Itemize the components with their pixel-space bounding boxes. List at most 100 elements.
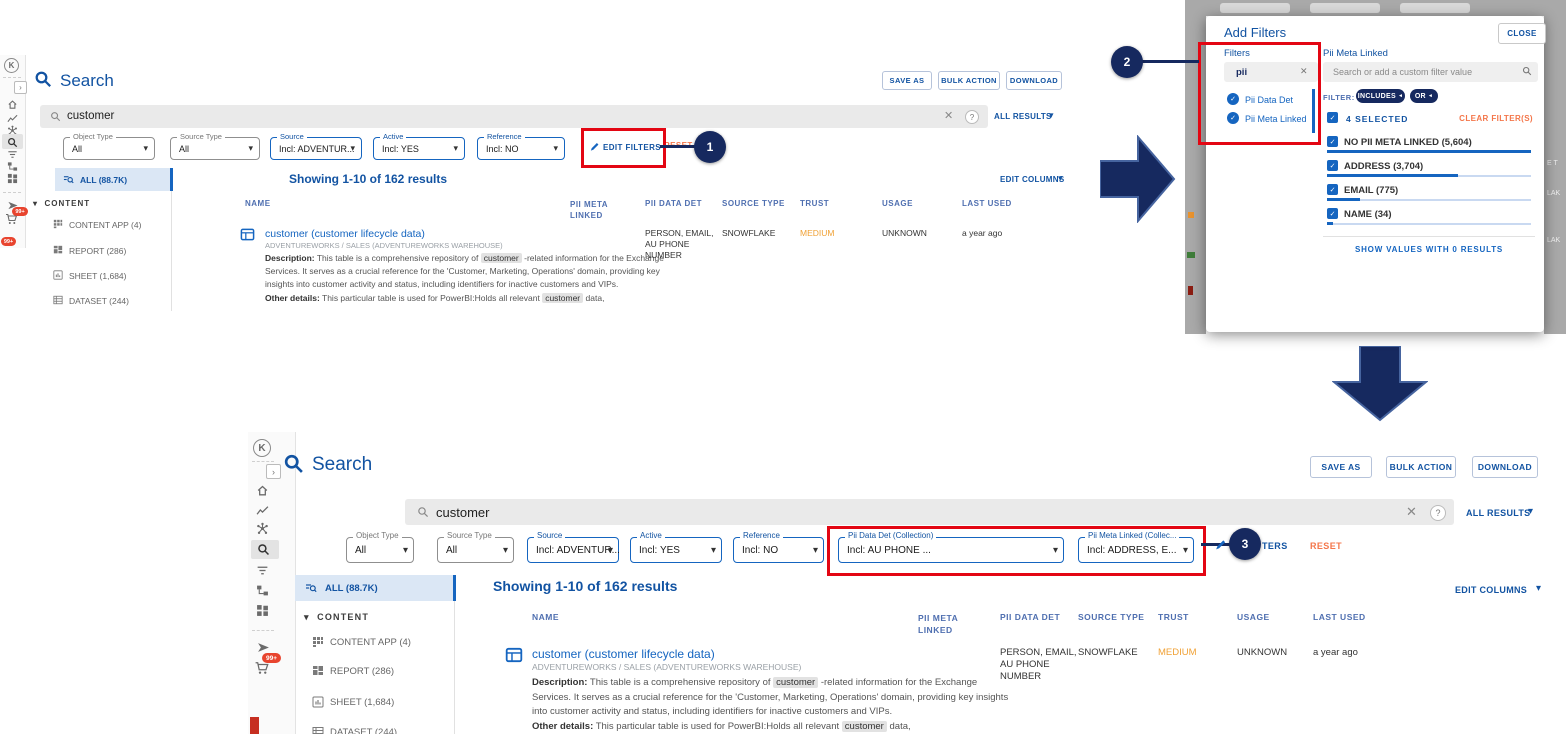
hierarchy-icon[interactable] xyxy=(256,584,269,597)
clear-search-icon[interactable]: ✕ xyxy=(1406,504,1417,520)
search-nav-icon[interactable] xyxy=(7,137,18,148)
search-page-icon xyxy=(34,70,52,88)
column-header-pii-meta-linked[interactable]: PII META LINKED xyxy=(918,612,968,636)
filter-active[interactable]: Active Incl: YES ▾ xyxy=(373,137,465,160)
column-header-pii-meta-linked[interactable]: PII META LINKED xyxy=(570,199,616,221)
value-checkbox[interactable]: ✓ xyxy=(1327,208,1338,219)
home-icon[interactable] xyxy=(7,99,18,110)
bulk-action-button[interactable]: BULK ACTION xyxy=(1386,456,1456,478)
filter-label: Active xyxy=(637,532,665,540)
value-checkbox[interactable]: ✓ xyxy=(1327,136,1338,147)
facet-group-content[interactable]: ▾ CONTENT xyxy=(304,612,369,623)
sidebar-facet-all[interactable]: ALL (88.7K) xyxy=(295,575,453,601)
clear-filters-button[interactable]: CLEAR FILTER(S) xyxy=(1443,114,1533,123)
facet-group-content[interactable]: ▾ CONTENT xyxy=(33,199,90,208)
filter-value-no-pii-meta-linked[interactable]: NO PII META LINKED (5,604) xyxy=(1344,137,1472,148)
edit-columns-button[interactable]: EDIT COLUMNS xyxy=(1000,175,1065,184)
facet-dataset[interactable]: DATASET (244) xyxy=(330,727,397,734)
annotation-line-2 xyxy=(1141,60,1199,63)
column-header-usage[interactable]: USAGE xyxy=(882,199,913,208)
column-header-last-used[interactable]: LAST USED xyxy=(962,199,1012,208)
facet-sheet[interactable]: SHEET (1,684) xyxy=(69,271,126,281)
reset-button[interactable]: RESET xyxy=(1310,541,1342,551)
column-header-trust[interactable]: TRUST xyxy=(800,199,829,208)
column-header-usage[interactable]: USAGE xyxy=(1237,612,1270,622)
column-header-source-type[interactable]: SOURCE TYPE xyxy=(1078,612,1144,622)
or-pill[interactable]: OR◄ xyxy=(1410,89,1438,103)
filter-source-type[interactable]: Source Type All ▾ xyxy=(170,137,260,160)
app-logo-icon[interactable]: K xyxy=(253,439,271,457)
search-query: customer xyxy=(436,505,489,520)
annotation-step-2: 2 xyxy=(1111,46,1143,78)
filter-source-type[interactable]: Source Type All ▾ xyxy=(437,537,514,563)
select-all-checkbox[interactable]: ✓ xyxy=(1327,112,1338,123)
filter-object-type[interactable]: Object Type All ▾ xyxy=(346,537,414,563)
column-header-pii-data-det[interactable]: PII DATA DET xyxy=(1000,612,1060,622)
bulk-action-button[interactable]: BULK ACTION xyxy=(938,71,1000,90)
annotation-step-3: 3 xyxy=(1229,528,1261,560)
result-name-link[interactable]: customer (customer lifecycle data) xyxy=(265,228,425,240)
expand-sidebar-button[interactable]: › xyxy=(14,81,27,94)
help-icon[interactable]: ? xyxy=(1430,505,1446,521)
show-values-link[interactable]: SHOW VALUES WITH 0 RESULTS xyxy=(1323,245,1535,254)
filter-funnel-icon[interactable] xyxy=(7,149,18,160)
result-name-link[interactable]: customer (customer lifecycle data) xyxy=(532,647,715,661)
facet-report[interactable]: REPORT (286) xyxy=(69,246,126,256)
annotation-box-2 xyxy=(1198,42,1321,145)
cluster-icon[interactable] xyxy=(256,522,269,535)
app-logo-icon[interactable]: K xyxy=(4,58,19,73)
value-checkbox[interactable]: ✓ xyxy=(1327,184,1338,195)
save-as-button[interactable]: SAVE AS xyxy=(882,71,932,90)
trend-icon[interactable] xyxy=(7,113,18,124)
edit-columns-button[interactable]: EDIT COLUMNS xyxy=(1455,585,1527,595)
cart-icon[interactable] xyxy=(254,661,270,675)
download-button[interactable]: DOWNLOAD xyxy=(1472,456,1538,478)
filter-reference[interactable]: Reference Incl: NO ▾ xyxy=(733,537,824,563)
download-button[interactable]: DOWNLOAD xyxy=(1006,71,1062,90)
apps-grid-icon[interactable] xyxy=(7,173,18,184)
home-icon[interactable] xyxy=(256,484,269,497)
column-header-source-type[interactable]: SOURCE TYPE xyxy=(722,199,785,208)
filter-source[interactable]: Source Incl: ADVENTUR... ▾ xyxy=(527,537,619,563)
column-header-trust[interactable]: TRUST xyxy=(1158,612,1189,622)
filter-object-type[interactable]: Object Type All ▾ xyxy=(63,137,155,160)
filter-active[interactable]: Active Incl: YES ▾ xyxy=(630,537,722,563)
help-icon[interactable]: ? xyxy=(965,110,979,124)
all-results-dropdown[interactable]: ALL RESULTS xyxy=(1466,508,1530,518)
facet-content-app[interactable]: CONTENT APP (4) xyxy=(69,220,141,230)
chevron-down-icon: ▾ xyxy=(1049,110,1054,121)
column-header-name[interactable]: NAME xyxy=(532,612,559,622)
apps-grid-icon[interactable] xyxy=(256,604,269,617)
search-input[interactable] xyxy=(40,105,988,128)
filter-value-name[interactable]: NAME (34) xyxy=(1344,209,1392,220)
chevron-down-icon: ▾ xyxy=(711,545,716,556)
value-checkbox[interactable]: ✓ xyxy=(1327,160,1338,171)
facet-dataset[interactable]: DATASET (244) xyxy=(69,296,129,306)
expand-sidebar-button[interactable]: › xyxy=(266,464,281,479)
includes-pill[interactable]: INCLUDES◄ xyxy=(1356,89,1405,103)
clear-search-icon[interactable]: ✕ xyxy=(944,109,953,122)
chevron-down-icon: ▾ xyxy=(403,545,408,556)
hierarchy-icon[interactable] xyxy=(7,161,18,172)
filter-source[interactable]: Source Incl: ADVENTUR... ▾ xyxy=(270,137,362,160)
search-nav-icon[interactable] xyxy=(257,543,270,556)
column-header-pii-data-det[interactable]: PII DATA DET xyxy=(645,199,702,208)
facet-content-app[interactable]: CONTENT APP (4) xyxy=(330,637,411,648)
trend-icon[interactable] xyxy=(256,504,269,517)
filter-value-email[interactable]: EMAIL (775) xyxy=(1344,185,1398,196)
all-results-dropdown[interactable]: ALL RESULTS xyxy=(994,112,1052,121)
sheet-icon xyxy=(312,696,324,708)
filter-funnel-icon[interactable] xyxy=(256,564,269,577)
sidebar-facet-all[interactable]: ALL (88.7K) xyxy=(55,168,170,191)
column-header-last-used[interactable]: LAST USED xyxy=(1313,612,1366,622)
filter-value-address[interactable]: ADDRESS (3,704) xyxy=(1344,161,1423,172)
edit-filters-button[interactable]: TERS xyxy=(1262,541,1288,551)
facet-report[interactable]: REPORT (286) xyxy=(330,666,394,677)
close-button[interactable]: CLOSE xyxy=(1498,23,1546,44)
facet-sheet[interactable]: SHEET (1,684) xyxy=(330,697,394,708)
facet-all-label: ALL (88.7K) xyxy=(325,583,378,594)
search-input[interactable] xyxy=(405,499,1454,525)
filter-reference[interactable]: Reference Incl: NO ▾ xyxy=(477,137,565,160)
column-header-name[interactable]: NAME xyxy=(245,199,271,208)
save-as-button[interactable]: SAVE AS xyxy=(1310,456,1372,478)
